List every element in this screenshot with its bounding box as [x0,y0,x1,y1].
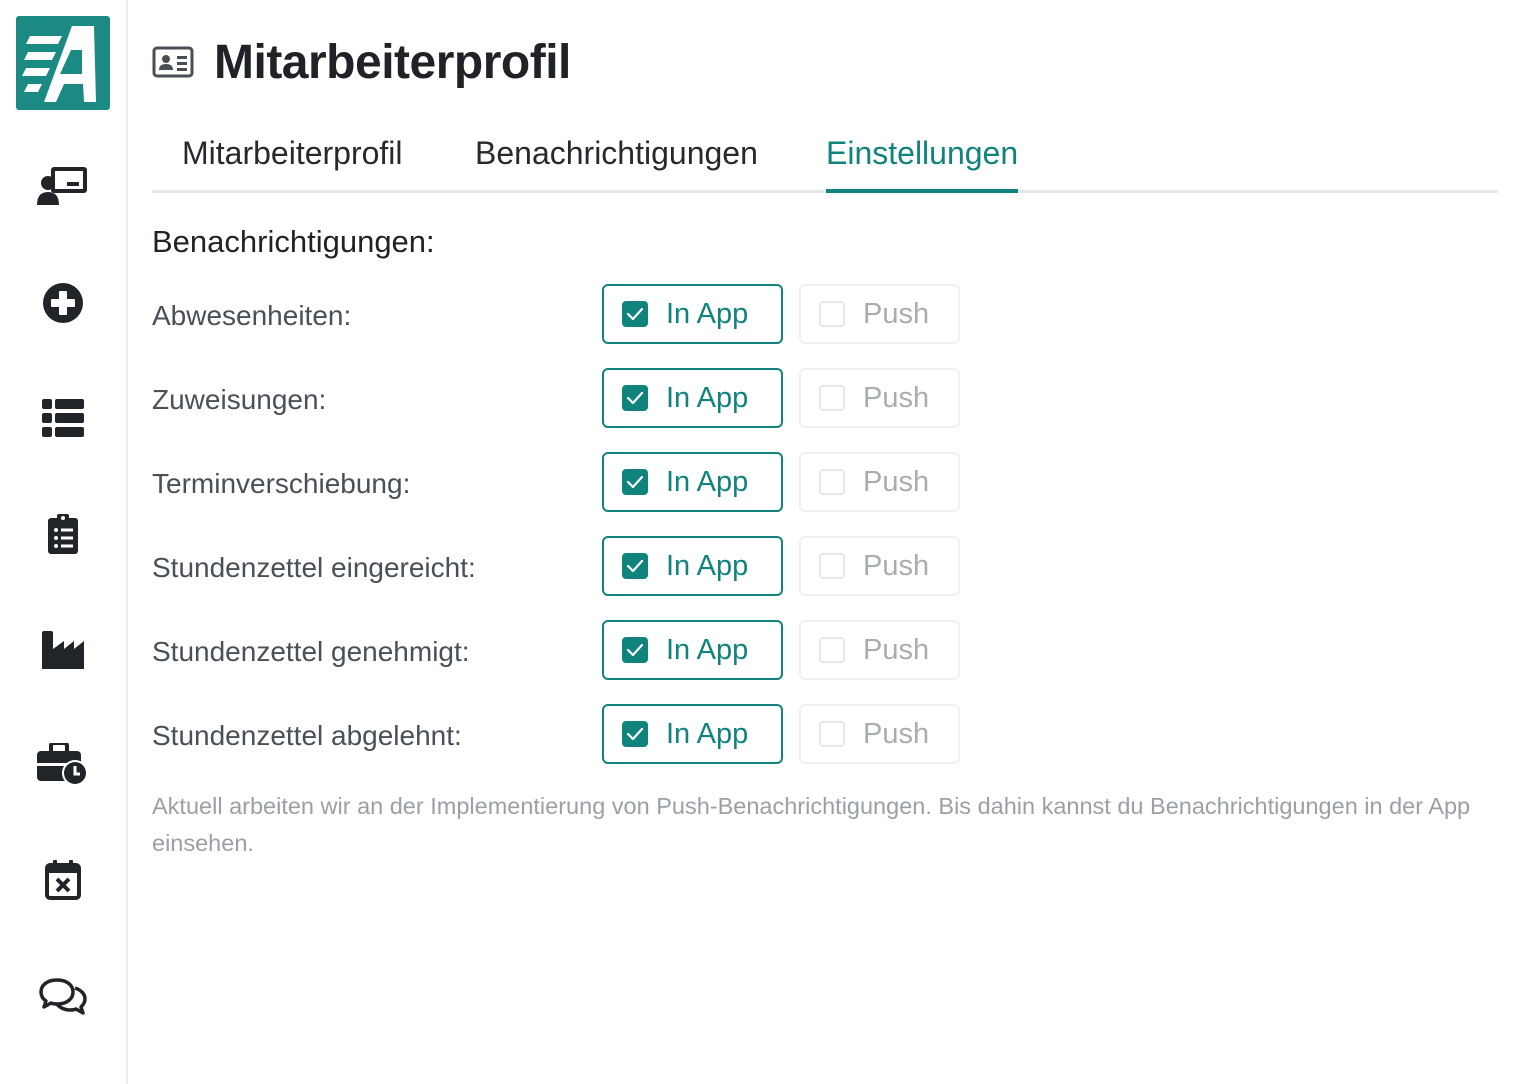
plus-circle-icon[interactable] [33,273,93,333]
settings-row: Abwesenheiten: In App Push [152,284,1052,348]
settings-row: Stundenzettel abgelehnt: In App Push [152,704,1052,768]
id-card-icon [152,46,194,78]
settings-row: Terminverschiebung: In App Push [152,452,1052,516]
app-logo[interactable] [16,16,110,110]
clipboard-list-icon[interactable] [33,504,93,564]
tab-bar: Mitarbeiterprofil Benachrichtigungen Ein… [152,128,1498,193]
tab-benachrichtigungen[interactable]: Benachrichtigungen [475,128,758,190]
push-label: Push [863,549,930,582]
push-label: Push [863,465,930,498]
settings-row: Stundenzettel eingereicht: In App Push [152,536,1052,600]
push-toggle[interactable]: Push [799,284,960,344]
push-checkbox[interactable] [819,637,845,663]
settings-row: Stundenzettel genehmigt: In App Push [152,620,1052,684]
push-checkbox[interactable] [819,469,845,495]
sidebar [0,0,128,1084]
push-checkbox[interactable] [819,721,845,747]
push-label: Push [863,381,930,414]
in-app-checkbox[interactable] [622,721,648,747]
push-toggle[interactable]: Push [799,704,960,764]
in-app-toggle[interactable]: In App [602,704,783,764]
in-app-label: In App [666,717,749,750]
list-icon[interactable] [33,388,93,448]
in-app-toggle[interactable]: In App [602,452,783,512]
settings-row-label: Stundenzettel genehmigt: [152,636,470,667]
in-app-toggle[interactable]: In App [602,536,783,596]
settings-row-label: Terminverschiebung: [152,468,411,499]
push-checkbox[interactable] [819,301,845,327]
tab-mitarbeiterprofil[interactable]: Mitarbeiterprofil [182,128,403,190]
industry-icon[interactable] [33,620,93,680]
push-checkbox[interactable] [819,553,845,579]
settings-row-label: Abwesenheiten: [152,300,352,331]
settings-row-label: Stundenzettel eingereicht: [152,552,476,583]
in-app-checkbox[interactable] [622,553,648,579]
in-app-checkbox[interactable] [622,469,648,495]
push-checkbox[interactable] [819,385,845,411]
in-app-label: In App [666,633,749,666]
in-app-label: In App [666,465,749,498]
push-toggle[interactable]: Push [799,620,960,680]
push-label: Push [863,633,930,666]
calendar-x-icon[interactable] [33,850,93,910]
in-app-label: In App [666,549,749,582]
push-toggle[interactable]: Push [799,536,960,596]
push-toggle[interactable]: Push [799,368,960,428]
comments-icon[interactable] [33,966,93,1026]
settings-row-label: Stundenzettel abgelehnt: [152,720,462,751]
tab-einstellungen[interactable]: Einstellungen [826,128,1019,193]
page-title: Mitarbeiterprofil [214,35,571,89]
in-app-checkbox[interactable] [622,301,648,327]
in-app-checkbox[interactable] [622,385,648,411]
in-app-toggle[interactable]: In App [602,368,783,428]
presentation-user-icon[interactable] [33,156,93,216]
settings-row-label: Zuweisungen: [152,384,327,415]
in-app-label: In App [666,381,749,414]
in-app-toggle[interactable]: In App [602,620,783,680]
in-app-toggle[interactable]: In App [602,284,783,344]
in-app-checkbox[interactable] [622,637,648,663]
settings-row: Zuweisungen: In App Push [152,368,1052,432]
push-toggle[interactable]: Push [799,452,960,512]
page-header: Mitarbeiterprofil [152,34,571,90]
push-label: Push [863,717,930,750]
briefcase-clock-icon[interactable] [33,735,93,795]
push-label: Push [863,297,930,330]
section-title: Benachrichtigungen: [152,224,435,259]
info-note: Aktuell arbeiten wir an der Implementier… [152,793,1471,856]
in-app-label: In App [666,297,749,330]
